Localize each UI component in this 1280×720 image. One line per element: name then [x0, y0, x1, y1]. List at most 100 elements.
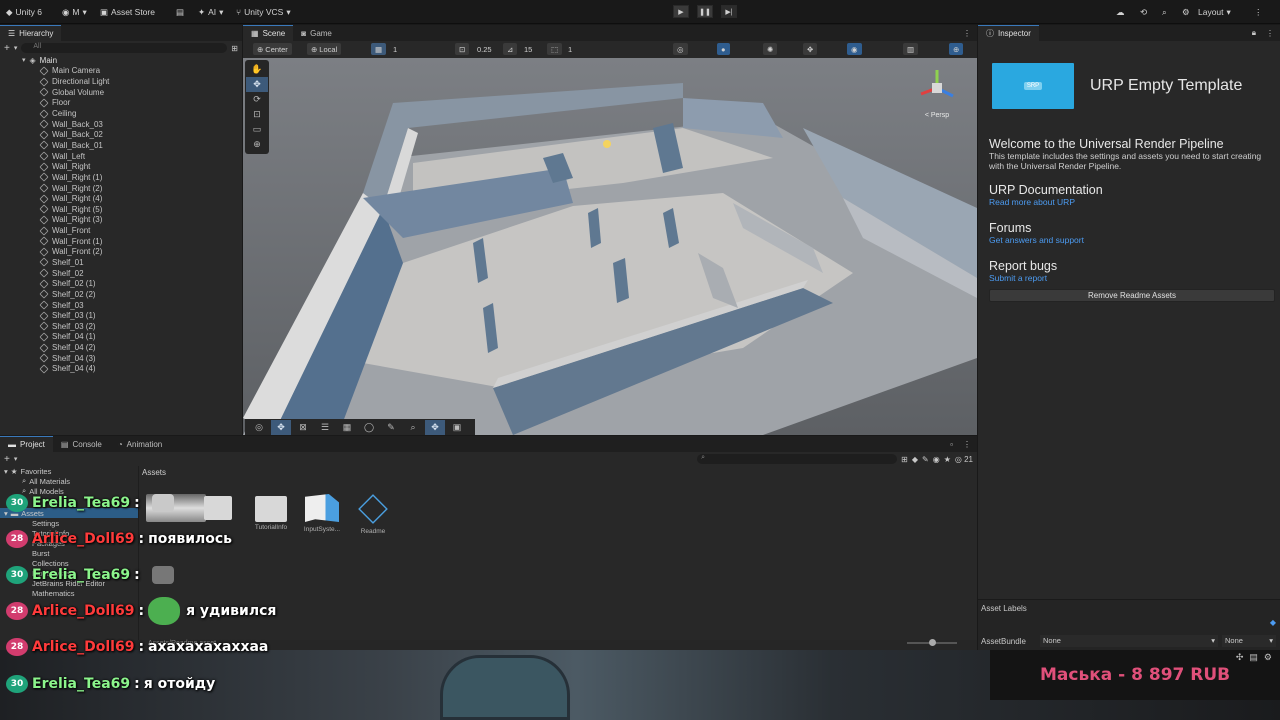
filter-icon[interactable]: ⊞	[231, 44, 238, 53]
hierarchy-item[interactable]: Shelf_02 (1)	[0, 278, 242, 289]
hierarchy-item[interactable]: Shelf_01	[0, 257, 242, 268]
tab-scene[interactable]: ▦ Scene	[243, 25, 294, 41]
transform-tool-icon[interactable]: ⊕	[246, 137, 268, 152]
tab-game[interactable]: ◙ Game	[293, 25, 340, 41]
hierarchy-item[interactable]: Shelf_04 (1)	[0, 332, 242, 343]
circle-icon[interactable]: ◯	[359, 420, 379, 435]
hierarchy-item[interactable]: Shelf_03 (1)	[0, 310, 242, 321]
section-link[interactable]: Submit a report	[989, 273, 1275, 283]
hierarchy-item[interactable]: Wall_Back_03	[0, 119, 242, 130]
search-input[interactable]: All	[21, 43, 228, 53]
shaded-mode-icon[interactable]: ●	[717, 43, 730, 55]
hierarchy-item[interactable]: Main Camera	[0, 66, 242, 77]
perspective-label[interactable]: < Persp	[915, 112, 959, 119]
hierarchy-item[interactable]: Wall_Right (3)	[0, 215, 242, 226]
section-link[interactable]: Get answers and support	[989, 235, 1275, 245]
tree-item[interactable]: Burst	[0, 548, 138, 558]
add-icon[interactable]: +	[4, 43, 10, 54]
hierarchy-item[interactable]: Directional Light	[0, 76, 242, 87]
add-icon[interactable]: +	[4, 454, 10, 465]
pivot-dropdown[interactable]: ⊕ Center	[253, 43, 292, 55]
filter-log-icon[interactable]: ✎	[922, 455, 929, 464]
view-tool-icon[interactable]: ✋	[246, 62, 268, 77]
lighting-icon[interactable]: ✺	[763, 43, 778, 55]
hierarchy-item[interactable]: Shelf_02	[0, 268, 242, 279]
asset-bundle-variant-dropdown[interactable]: None ▾	[1222, 635, 1276, 647]
layout-menu[interactable]: Layout ▾	[1198, 6, 1231, 18]
tab-animation[interactable]: ◔ Animation	[110, 436, 170, 452]
visibility-icon[interactable]: ◉	[933, 455, 940, 464]
asset-tile[interactable]: InputSyste...	[296, 494, 348, 533]
mini-menu-icon[interactable]: ▤	[176, 6, 184, 18]
search-icon[interactable]: ⌕	[1162, 6, 1167, 18]
orbit-icon[interactable]: ◎	[249, 420, 269, 435]
cloud-icon[interactable]: ☁	[1116, 6, 1125, 18]
asset-tile[interactable]: Readme	[348, 494, 398, 535]
grid-toggle[interactable]: ▦	[371, 43, 387, 55]
lock-icon[interactable]: ▫	[946, 440, 957, 452]
settings-icon[interactable]: ⚙	[1264, 652, 1272, 663]
breadcrumb[interactable]: Assets	[142, 468, 166, 477]
hierarchy-item[interactable]: Wall_Front (1)	[0, 236, 242, 247]
tab-hierarchy[interactable]: ☰ Hierarchy	[0, 25, 62, 41]
tab-inspector[interactable]: ⓘ Inspector	[978, 25, 1039, 41]
more-icon[interactable]: ⋮	[957, 29, 977, 41]
move-tool-icon[interactable]: ✥	[246, 77, 268, 92]
filter-type-icon[interactable]: ⊞	[901, 455, 908, 464]
hierarchy-item[interactable]: Ceiling	[0, 108, 242, 119]
lock-icon[interactable]: 🔒︎	[1248, 28, 1260, 41]
pause-button[interactable]: ❚❚	[697, 5, 713, 18]
tree-item[interactable]: Settings	[0, 518, 138, 528]
hierarchy-item[interactable]: Wall_Right (2)	[0, 183, 242, 194]
space-dropdown[interactable]: ⊕ Local	[307, 43, 342, 55]
more-icon[interactable]: ⋮	[1260, 29, 1280, 41]
unity-menu[interactable]: ◆ Unity 6	[6, 6, 42, 18]
hierarchy-item[interactable]: Shelf_04 (2)	[0, 342, 242, 353]
more-icon[interactable]: ⋮	[957, 440, 977, 452]
pan-icon[interactable]: ✥	[425, 419, 445, 435]
ai-menu[interactable]: ✦ AI ▾	[198, 6, 223, 18]
hierarchy-item[interactable]: Shelf_04 (4)	[0, 364, 242, 375]
hierarchy-item[interactable]: Wall_Right (5)	[0, 204, 242, 215]
camera-settings-icon[interactable]: ⊕	[949, 43, 964, 55]
snap-value[interactable]: 0.25	[473, 43, 496, 55]
hierarchy-item[interactable]: Wall_Right	[0, 161, 242, 172]
angle-icon[interactable]: ⊿	[503, 43, 518, 55]
hierarchy-item[interactable]: Wall_Right (4)	[0, 193, 242, 204]
section-link[interactable]: Read more about URP	[989, 197, 1275, 207]
tree-item[interactable]: Mathematics	[0, 588, 138, 598]
probuilder-icon[interactable]: ⊠	[293, 420, 313, 435]
grid-value[interactable]: 1	[389, 43, 401, 55]
rect-tool-icon[interactable]: ▭	[246, 122, 268, 137]
frame-icon[interactable]: ▣	[447, 420, 467, 435]
asset-tile[interactable]	[196, 494, 240, 520]
remove-readme-button[interactable]: Remove Readme Assets	[989, 289, 1275, 302]
hierarchy-item[interactable]: Shelf_04 (3)	[0, 353, 242, 364]
asset-bundle-dropdown[interactable]: None ▾	[1040, 635, 1218, 647]
hierarchy-item[interactable]: Wall_Back_01	[0, 140, 242, 151]
grid-snap-icon[interactable]: ▦	[337, 420, 357, 435]
rotate-tool-icon[interactable]: ⟳	[246, 92, 268, 107]
tree-item[interactable]: ⌕ All Materials	[0, 476, 138, 486]
step-button[interactable]: ▶|	[721, 5, 737, 18]
angle-value[interactable]: 15	[520, 43, 536, 55]
orientation-gizmo[interactable]: < Persp	[915, 66, 959, 126]
hierarchy-item[interactable]: Shelf_03 (2)	[0, 321, 242, 332]
scale-tool-icon[interactable]: ⊡	[246, 107, 268, 122]
asset-tile[interactable]: TutorialInfo	[246, 494, 296, 531]
hierarchy-item[interactable]: Wall_Front (2)	[0, 247, 242, 258]
hierarchy-item[interactable]: Wall_Left	[0, 151, 242, 162]
tag-icon[interactable]: ◆	[1270, 618, 1276, 627]
account-menu[interactable]: ◉ M ▾	[62, 6, 87, 18]
history-icon[interactable]: ⟲	[1140, 6, 1147, 18]
settings-icon[interactable]: ⚙	[1182, 6, 1190, 18]
scene-root[interactable]: ▾ ◈ Main	[0, 55, 242, 66]
layers-icon[interactable]: ▥	[903, 43, 919, 55]
hierarchy-item[interactable]: Wall_Right (1)	[0, 172, 242, 183]
filter-label-icon[interactable]: ◆	[912, 455, 918, 464]
gizmos-icon[interactable]: ✥	[803, 43, 818, 55]
move-snap-icon[interactable]: ✥	[271, 419, 291, 435]
hierarchy-item[interactable]: Floor	[0, 98, 242, 109]
search-input[interactable]: ⌕	[697, 454, 898, 464]
tab-project[interactable]: ▬ Project	[0, 436, 53, 452]
